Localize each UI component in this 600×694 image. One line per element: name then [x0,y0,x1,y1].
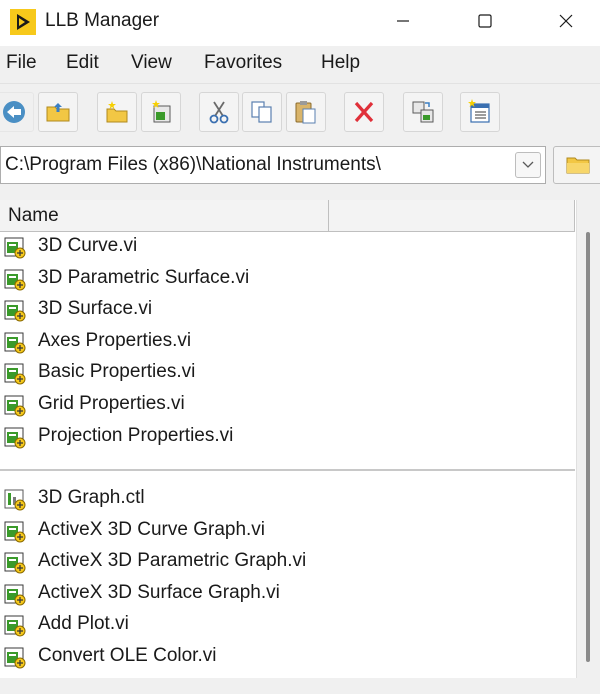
close-button[interactable] [540,0,592,42]
list-item-label: ActiveX 3D Curve Graph.vi [38,518,266,540]
properties-icon [468,99,490,123]
list-item-label: 3D Graph.ctl [38,487,145,508]
new-vi-icon [152,100,171,123]
vi-file-icon [4,269,26,291]
labview-app-icon [10,9,36,35]
path-combobox[interactable]: C:\Program Files (x86)\National Instrume… [0,146,546,184]
copy-icon [251,101,272,123]
menu-file[interactable]: File [6,52,37,74]
list-item[interactable]: ActiveX 3D Surface Graph.vi [0,579,327,610]
vertical-scrollbar[interactable] [586,232,590,662]
list-item[interactable]: Grid Properties.vi [0,390,327,421]
list-item-label: 3D Surface.vi [38,298,153,320]
maximize-button[interactable] [459,0,511,42]
list-item[interactable]: Basic Properties.vi [0,358,327,389]
vi-file-icon [4,395,26,417]
vi-file-icon [4,647,26,669]
vi-file-icon [4,300,26,322]
list-item[interactable]: Convert OLE Color.vi [0,642,327,673]
list-item-label: 3D Curve.vi [38,235,138,256]
vi-file-icon [4,363,26,385]
vi-file-icon [4,237,26,259]
column-header-name[interactable]: Name [0,200,329,232]
list-header: Name [0,200,575,232]
minimize-icon [397,20,409,22]
list-item[interactable]: 3D Curve.vi [0,232,327,263]
menu-favorites[interactable]: Favorites [204,52,282,74]
close-icon [559,14,573,28]
menu-help[interactable]: Help [321,52,360,74]
up-folder-icon [46,103,70,122]
paste-button[interactable] [286,92,326,132]
window-title: LLB Manager [45,10,160,31]
cut-icon [209,101,229,124]
cut-button[interactable] [199,92,239,132]
vi-file-icon [4,552,26,574]
column-header-name-label: Name [8,205,59,226]
list-item[interactable]: Projection Properties.vi [0,422,327,453]
vi-file-icon [4,615,26,637]
column-header-blank[interactable] [329,200,575,232]
toolbar [0,92,600,136]
menu-edit[interactable]: Edit [66,52,99,74]
list-item[interactable]: ActiveX 3D Curve Graph.vi [0,516,327,547]
list-item-label: Basic Properties.vi [38,361,196,383]
folder-icon [566,157,590,174]
list-item[interactable]: ActiveX 3D Parametric Graph.vi [0,547,327,578]
menu-view[interactable]: View [131,52,172,74]
new-llb-icon [106,101,128,123]
copy-button[interactable] [242,92,282,132]
list-item-label: ActiveX 3D Parametric Graph.vi [38,550,307,572]
ctl-file-icon [4,489,26,511]
vi-file-icon [4,332,26,354]
maximize-icon [478,14,492,28]
list-item-label: Add Plot.vi [38,613,129,635]
list-item[interactable]: Add Plot.vi [0,610,327,641]
list-item[interactable]: Axes Properties.vi [0,327,327,358]
back-button[interactable] [0,92,34,132]
list-item-label: Convert OLE Color.vi [38,645,217,666]
vi-file-icon [4,521,26,543]
list-item[interactable]: 3D Parametric Surface.vi [0,264,327,295]
new-llb-button[interactable] [97,92,137,132]
back-icon [3,101,25,123]
vi-file-icon [4,427,26,449]
list-item-label: Grid Properties.vi [38,393,185,414]
list-item-label: Projection Properties.vi [38,424,234,446]
minimize-button[interactable] [377,0,429,42]
paste-icon [295,101,316,124]
path-value: C:\Program Files (x86)\National Instrume… [5,154,381,175]
convert-icon [412,101,434,123]
list-item[interactable]: 3D Graph.ctl [0,484,327,515]
properties-button[interactable] [460,92,500,132]
list-item[interactable]: 3D Surface.vi [0,295,327,326]
path-dropdown-button[interactable] [515,152,541,178]
delete-icon [354,101,374,123]
list-item-label: Axes Properties.vi [38,329,192,351]
list-separator [0,469,575,471]
delete-button[interactable] [344,92,384,132]
convert-button[interactable] [403,92,443,132]
title-bar: LLB Manager [0,0,600,46]
chevron-down-icon [522,161,534,168]
list-item-label: ActiveX 3D Surface Graph.vi [38,581,280,603]
up-folder-button[interactable] [38,92,78,132]
file-list[interactable]: Name 3D Curve.vi 3D Parametric Surface.vi… [0,200,577,678]
list-item-label: 3D Parametric Surface.vi [38,266,250,288]
vi-file-icon [4,584,26,606]
browse-folder-button[interactable] [553,146,600,184]
menu-bar: File Edit View Favorites Help [0,46,600,84]
new-vi-button[interactable] [141,92,181,132]
